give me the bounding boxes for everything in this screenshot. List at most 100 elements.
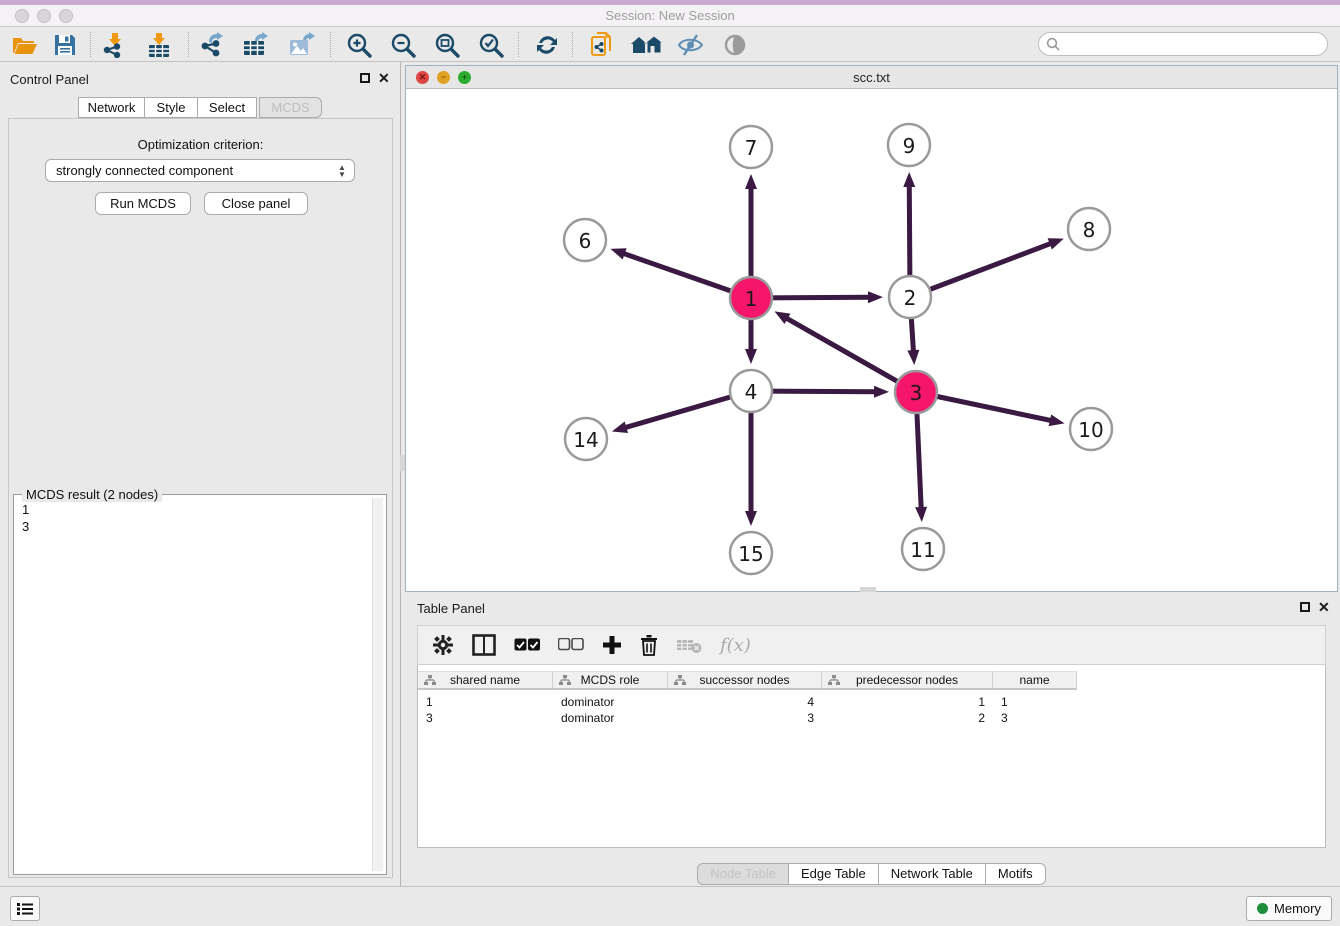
cell-predecessor-nodes[interactable]: 1 [822, 694, 993, 710]
cell-successor-nodes[interactable]: 3 [668, 710, 822, 726]
table-row[interactable]: 3 dominator 3 2 3 [418, 710, 1077, 726]
zoom-selected-button[interactable] [474, 30, 508, 59]
node-10[interactable]: 10 [1070, 408, 1112, 450]
edge-arrowhead-4-15[interactable] [745, 511, 757, 526]
result-scrollbar[interactable] [372, 498, 383, 871]
toggle-panes-button[interactable] [472, 632, 496, 658]
node-7[interactable]: 7 [730, 126, 772, 168]
node-6[interactable]: 6 [564, 219, 606, 261]
cell-successor-nodes[interactable]: 4 [668, 694, 822, 710]
node-3[interactable]: 3 [895, 371, 937, 413]
table-row[interactable]: 1 dominator 4 1 1 [418, 694, 1077, 710]
zoom-out-button[interactable] [386, 30, 420, 59]
cell-shared-name[interactable]: 3 [418, 710, 553, 726]
edge-arrowhead-3-1[interactable] [774, 311, 790, 324]
edge-arrowhead-3-11[interactable] [915, 507, 927, 522]
open-session-button[interactable] [8, 30, 42, 59]
hide-selected-button[interactable] [674, 30, 708, 59]
cell-mcds-role[interactable]: dominator [553, 694, 668, 710]
import-network-button[interactable] [98, 30, 132, 59]
network-canvas[interactable]: 7 9 6 8 1 2 4 3 14 10 15 11 [406, 89, 1337, 591]
close-table-panel-button[interactable]: ✕ [1318, 602, 1330, 612]
zoom-in-button[interactable] [342, 30, 376, 59]
memory-button[interactable]: Memory [1246, 896, 1332, 921]
edge-arrowhead-4-3[interactable] [874, 386, 889, 398]
edge-arrowhead-2-3[interactable] [907, 350, 919, 365]
delete-column-button[interactable] [640, 632, 658, 658]
node-1[interactable]: 1 [730, 277, 772, 319]
delete-table-button[interactable] [676, 632, 702, 658]
show-all-networks-button[interactable] [630, 30, 664, 59]
edge-arrowhead-3-10[interactable] [1049, 414, 1065, 426]
edge-2-8[interactable] [910, 243, 1052, 297]
add-column-button[interactable] [602, 632, 622, 658]
node-label: 4 [745, 380, 758, 404]
cell-predecessor-nodes[interactable]: 2 [822, 710, 993, 726]
zoom-fit-button[interactable] [430, 30, 464, 59]
column-header-mcds-role[interactable]: MCDS role [553, 671, 668, 690]
column-header-predecessor-nodes[interactable]: predecessor nodes [822, 671, 993, 690]
zoom-in-icon [346, 32, 372, 58]
column-label: successor nodes [699, 673, 789, 687]
tab-motifs[interactable]: Motifs [986, 863, 1046, 885]
edge-3-1[interactable] [786, 318, 916, 392]
edge-arrowhead-1-2[interactable] [868, 291, 883, 303]
tab-edge-table[interactable]: Edge Table [789, 863, 879, 885]
edge-arrowhead-4-14[interactable] [612, 422, 628, 434]
tab-style[interactable]: Style [144, 97, 198, 118]
split-divider-handle[interactable] [400, 455, 405, 471]
cell-mcds-role[interactable]: dominator [553, 710, 668, 726]
column-header-successor-nodes[interactable]: successor nodes [668, 671, 822, 690]
apply-layout-button[interactable] [530, 30, 564, 59]
edge-arrowhead-1-4[interactable] [745, 349, 757, 364]
task-history-button[interactable] [10, 896, 40, 921]
cell-name[interactable]: 3 [993, 710, 1077, 726]
zoom-selected-icon [478, 32, 504, 58]
search-input[interactable] [1060, 34, 1327, 54]
table-settings-button[interactable] [432, 632, 454, 658]
split-divider-handle[interactable] [860, 587, 876, 592]
deselect-all-button[interactable] [558, 632, 584, 658]
edge-arrowhead-2-9[interactable] [903, 172, 915, 187]
network-file-title: scc.txt [406, 70, 1337, 85]
function-builder-button[interactable]: f(x) [720, 632, 751, 658]
import-table-button[interactable] [142, 30, 176, 59]
tab-network-table[interactable]: Network Table [879, 863, 986, 885]
edge-arrowhead-1-6[interactable] [610, 248, 626, 259]
export-image-button[interactable] [286, 30, 320, 59]
open-folder-icon [12, 34, 38, 56]
node-14[interactable]: 14 [565, 418, 607, 460]
column-header-name[interactable]: name [993, 671, 1077, 690]
float-panel-button[interactable] [360, 73, 370, 83]
node-8[interactable]: 8 [1068, 208, 1110, 250]
close-panel-button[interactable]: ✕ [378, 73, 390, 83]
criterion-select[interactable]: strongly connected component ▲▼ [45, 159, 355, 182]
column-header-shared-name[interactable]: shared name [418, 671, 553, 690]
node-9[interactable]: 9 [888, 124, 930, 166]
cell-name[interactable]: 1 [993, 694, 1077, 710]
node-4[interactable]: 4 [730, 370, 772, 412]
delete-table-icon [676, 636, 702, 654]
export-network-button[interactable] [196, 30, 230, 59]
edge-arrowhead-2-8[interactable] [1048, 238, 1064, 249]
titlebar-accent [0, 0, 1340, 5]
tab-mcds[interactable]: MCDS [259, 97, 322, 118]
run-mcds-button[interactable]: Run MCDS [95, 192, 191, 215]
tree-icon [559, 675, 571, 686]
node-11[interactable]: 11 [902, 528, 944, 570]
node-15[interactable]: 15 [730, 532, 772, 574]
table-tabs: Node Table Edge Table Network Table Moti… [405, 863, 1338, 885]
tab-node-table[interactable]: Node Table [697, 863, 789, 885]
cell-shared-name[interactable]: 1 [418, 694, 553, 710]
node-2[interactable]: 2 [889, 276, 931, 318]
export-table-button[interactable] [240, 30, 274, 59]
tab-network[interactable]: Network [78, 97, 145, 118]
new-network-from-selection-button[interactable] [586, 30, 620, 59]
tab-select[interactable]: Select [197, 97, 257, 118]
save-session-button[interactable] [48, 30, 82, 59]
edge-arrowhead-1-7[interactable] [745, 174, 757, 189]
select-all-button[interactable] [514, 632, 540, 658]
float-table-panel-button[interactable] [1300, 602, 1310, 612]
show-hidden-button[interactable] [718, 30, 752, 59]
close-panel-button-mcds[interactable]: Close panel [204, 192, 308, 215]
